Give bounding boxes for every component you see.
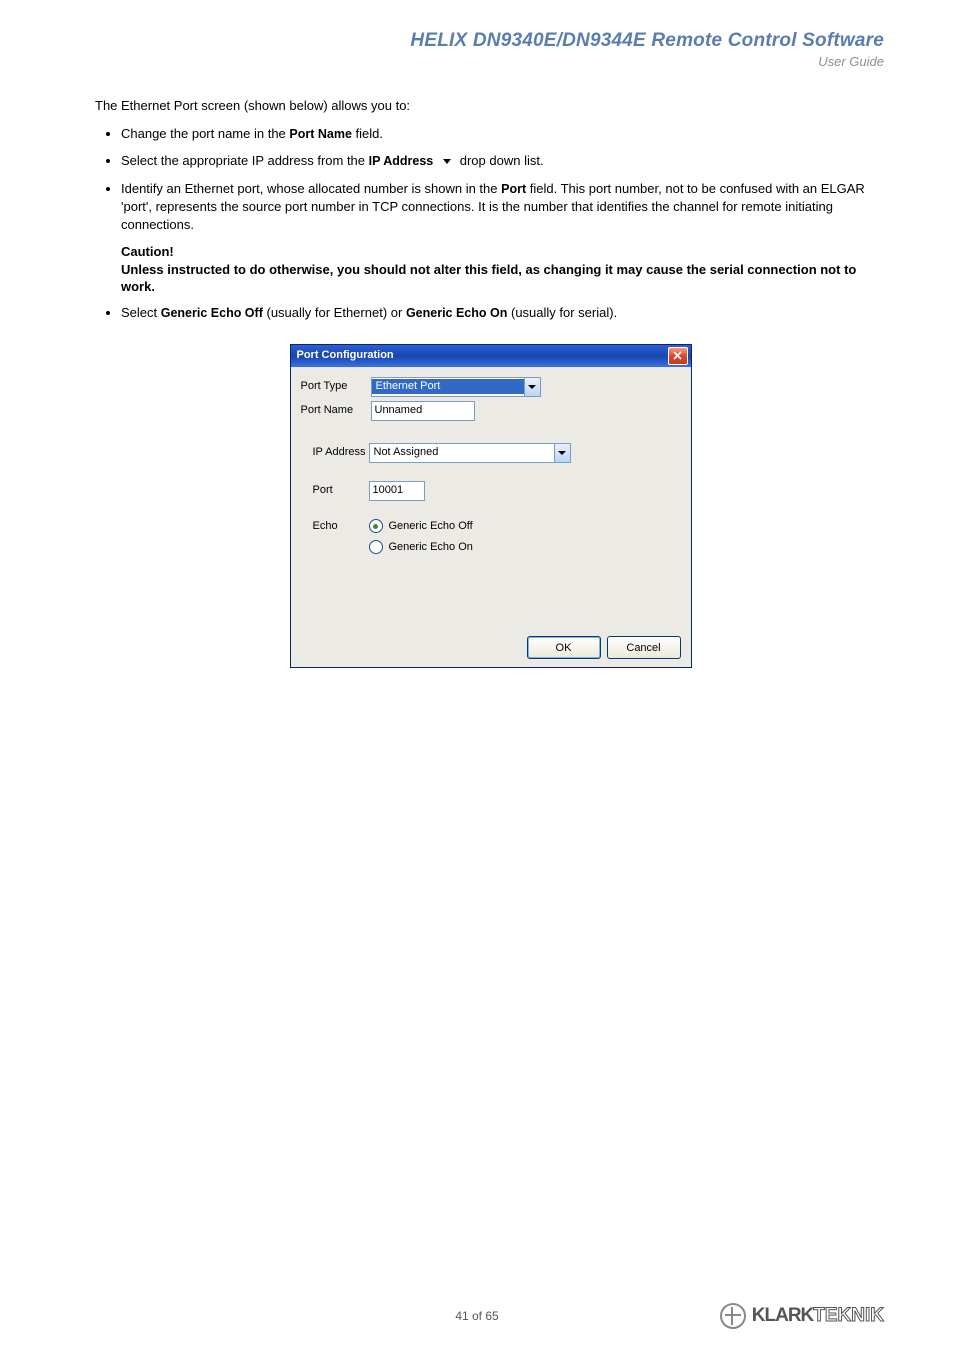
chevron-down-icon [528,385,536,389]
radio-icon [369,519,383,533]
list-item: Change the port name in the Port Name fi… [121,125,884,143]
option-echo-on: Generic Echo On [406,306,507,320]
label-port: Port [313,483,369,498]
page-number: 41 of 65 [455,1309,498,1323]
dropdown-button[interactable] [524,378,540,396]
echo-radio-group: Generic Echo Off Generic Echo On [369,519,473,561]
bullet-text: Identify an Ethernet port, whose allocat… [121,181,501,196]
chevron-down-icon [558,451,566,455]
label-echo: Echo [313,519,369,561]
port-name-input[interactable]: Unnamed [371,401,475,421]
dialog-body: Port Type Ethernet Port Port Name Unname… [291,367,691,629]
caution-heading: Caution! [121,243,884,261]
port-type-select[interactable]: Ethernet Port [371,377,541,397]
doc-title: HELIX DN9340E/DN9344E Remote Control Sof… [95,30,884,52]
brand-klark: KLARK [752,1305,814,1326]
page-footer: 41 of 65 KLARKTEKNIK [0,1309,954,1323]
close-icon [673,351,682,360]
option-echo-off: Generic Echo Off [161,306,263,320]
bullet-text: Select the appropriate IP address from t… [121,153,369,168]
close-button[interactable] [668,347,688,365]
dialog-titlebar: Port Configuration [291,345,691,367]
dialog-button-row: OK Cancel [291,628,691,667]
radio-echo-off[interactable]: Generic Echo Off [369,519,473,534]
port-value: 10001 [373,483,404,498]
bullet-text: drop down list. [460,153,544,168]
bullet-list: Change the port name in the Port Name fi… [121,125,884,234]
dropdown-button[interactable] [554,444,570,462]
page-header: HELIX DN9340E/DN9344E Remote Control Sof… [95,30,884,69]
bullet-text: field. [356,126,383,141]
field-ref-port: Port [501,182,526,196]
dialog-screenshot: Port Configuration Port Type Ethernet Po… [290,344,690,669]
ip-address-value: Not Assigned [370,445,554,460]
dropdown-caret-inline [437,153,456,168]
bullet-text: (usually for Ethernet) or [266,305,405,320]
bullet-text: Change the port name in the [121,126,289,141]
cancel-button[interactable]: Cancel [607,636,681,659]
bullet-text: Select [121,305,161,320]
label-ip-address: IP Address [313,445,369,460]
intro-text: The Ethernet Port screen (shown below) a… [95,97,884,115]
list-item: Identify an Ethernet port, whose allocat… [121,180,884,233]
field-ref-portname: Port Name [289,127,352,141]
body-content: The Ethernet Port screen (shown below) a… [95,97,884,668]
field-ref-ipaddress: IP Address [369,154,434,168]
list-item: Select the appropriate IP address from t… [121,152,884,170]
globe-icon [720,1303,746,1329]
doc-subtitle: User Guide [95,54,884,69]
ok-button[interactable]: OK [527,636,601,659]
brand-logo: KLARKTEKNIK [720,1303,884,1329]
radio-icon [369,540,383,554]
label-port-type: Port Type [301,379,371,394]
port-config-dialog: Port Configuration Port Type Ethernet Po… [290,344,692,669]
port-name-value: Unnamed [375,403,423,418]
ip-address-select[interactable]: Not Assigned [369,443,571,463]
caution-text: Unless instructed to do otherwise, you s… [121,261,884,296]
radio-echo-on[interactable]: Generic Echo On [369,540,473,555]
list-item: Select Generic Echo Off (usually for Eth… [121,304,884,322]
port-type-value: Ethernet Port [372,379,524,394]
bullet-list-2: Select Generic Echo Off (usually for Eth… [121,304,884,322]
caution-block: Caution! Unless instructed to do otherwi… [121,243,884,296]
bullet-text: (usually for serial). [511,305,617,320]
radio-label: Generic Echo On [389,540,473,555]
label-port-name: Port Name [301,403,371,418]
radio-label: Generic Echo Off [389,519,473,534]
brand-text: KLARKTEKNIK [752,1305,884,1327]
brand-teknik: TEKNIK [813,1305,884,1326]
port-input[interactable]: 10001 [369,481,425,501]
dialog-title: Port Configuration [297,348,394,363]
